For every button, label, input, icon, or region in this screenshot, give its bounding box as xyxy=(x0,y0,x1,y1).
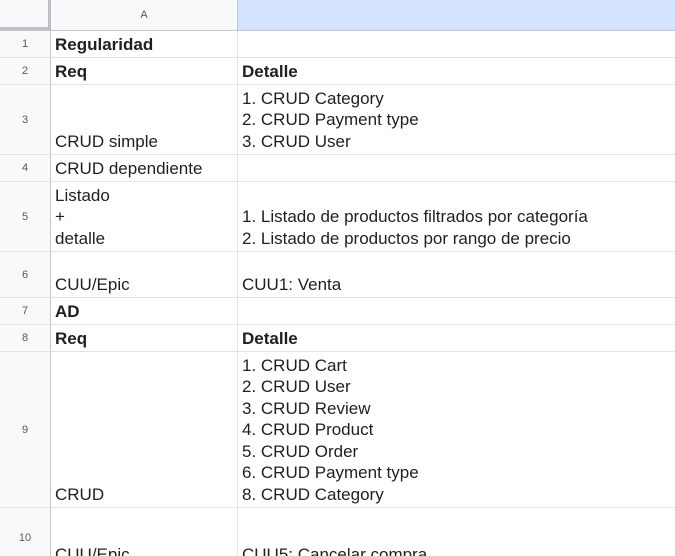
cell-text-line: + xyxy=(55,207,65,226)
sheet-row-1: 1 Regularidad xyxy=(0,31,675,58)
sheet-row-3: 3 CRUD simple 1. CRUD Category 2. CRUD Paym… xyxy=(0,85,675,155)
cell-text-line: Listado xyxy=(55,185,110,205)
cell-text-line: CRUD xyxy=(55,484,105,504)
cell-text-line: 1. CRUD Cart xyxy=(242,355,347,375)
cell-text-line: 3. CRUD Review xyxy=(242,398,371,418)
cell-B5[interactable]: 1. Listado de productos filtrados por ca… xyxy=(238,182,675,251)
cell-text-line: 6. CRUD Payment type xyxy=(242,463,419,482)
cell-text-line: CUU/Epic xyxy=(55,274,130,294)
cell-A4[interactable]: CRUD dependiente xyxy=(51,155,238,181)
cell-text-line: CRUD dependiente xyxy=(55,158,203,178)
cell-text-line: 5. CRUD Order xyxy=(242,441,359,461)
sheet-row-7: 7 AD xyxy=(0,298,675,325)
cell-A6[interactable]: CUU/Epic xyxy=(51,252,238,297)
sheet-row-5: 5 Listado + detalle 1. Listado de productos … xyxy=(0,182,675,252)
column-header-bar: A xyxy=(0,0,675,31)
cell-text-line: 2. CRUD Payment type xyxy=(242,110,419,129)
cell-text-line: Req xyxy=(55,328,88,348)
row-number[interactable]: 4 xyxy=(0,155,51,181)
cell-text-line: CRUD simple xyxy=(55,131,158,151)
cell-text-line: CUU5: Cancelar compra xyxy=(242,544,428,556)
cell-A10[interactable]: CUU/Epic xyxy=(51,508,238,556)
cell-B8[interactable]: Detalle xyxy=(238,325,675,351)
row-number[interactable]: 3 xyxy=(0,85,51,154)
cell-B4[interactable] xyxy=(238,155,675,181)
sheet-row-6: 6 CUU/Epic CUU1: Venta xyxy=(0,252,675,298)
cell-text-line: detalle xyxy=(55,228,106,248)
cell-text-line: Regularidad xyxy=(55,34,154,54)
cell-B7[interactable] xyxy=(238,298,675,324)
cell-text-line: 1. CRUD Category xyxy=(242,88,384,108)
cell-text-line: 1. Listado de productos filtrados por ca… xyxy=(242,207,588,226)
row-number[interactable]: 1 xyxy=(0,31,51,57)
sheet-row-4: 4 CRUD dependiente xyxy=(0,155,675,182)
cell-A3[interactable]: CRUD simple xyxy=(51,85,238,154)
cell-text-line: 3. CRUD User xyxy=(242,131,351,151)
cell-text-line: Detalle xyxy=(242,61,298,81)
sheet-row-8: 8 Req Detalle xyxy=(0,325,675,352)
select-all-corner[interactable] xyxy=(0,0,51,30)
row-number[interactable]: 8 xyxy=(0,325,51,351)
cell-A5[interactable]: Listado + detalle xyxy=(51,182,238,251)
cell-text-line: AD xyxy=(55,301,80,321)
cell-A7[interactable]: AD xyxy=(51,298,238,324)
row-number[interactable]: 2 xyxy=(0,58,51,84)
row-number[interactable]: 10 xyxy=(0,508,51,556)
row-number[interactable]: 9 xyxy=(0,352,51,507)
cell-B10[interactable]: CUU5: Cancelar compra xyxy=(238,508,675,556)
cell-text-line: CUU1: Venta xyxy=(242,274,342,294)
cell-A2[interactable]: Req xyxy=(51,58,238,84)
spreadsheet: A 1 Regularidad 2 Req Detalle 3 CRUD simple 1. … xyxy=(0,0,675,556)
cell-text-line: 2. CRUD User xyxy=(242,377,351,396)
cell-text-line: CUU/Epic xyxy=(55,544,130,556)
row-number[interactable]: 6 xyxy=(0,252,51,297)
column-header-b[interactable] xyxy=(238,0,675,30)
cell-text-line: Req xyxy=(55,61,88,81)
cell-text-line: 4. CRUD Product xyxy=(242,420,374,439)
cell-B3[interactable]: 1. CRUD Category 2. CRUD Payment type 3. C… xyxy=(238,85,675,154)
row-number[interactable]: 5 xyxy=(0,182,51,251)
cell-B9[interactable]: 1. CRUD Cart 2. CRUD User 3. CRUD Review 4.… xyxy=(238,352,675,507)
sheet-row-9: 9 CRUD 1. CRUD Cart 2. CRUD User 3. CRUD Rev… xyxy=(0,352,675,508)
cell-B1[interactable] xyxy=(238,31,675,57)
sheet-row-10: 10 CUU/Epic CUU5: Cancelar compra xyxy=(0,508,675,556)
cell-text-line: 2. Listado de productos por rango de pre… xyxy=(242,228,571,248)
cell-text-line: Detalle xyxy=(242,328,298,348)
cell-B6[interactable]: CUU1: Venta xyxy=(238,252,675,297)
cell-text-line: 8. CRUD Category xyxy=(242,484,384,504)
row-number[interactable]: 7 xyxy=(0,298,51,324)
cell-B2[interactable]: Detalle xyxy=(238,58,675,84)
cell-A8[interactable]: Req xyxy=(51,325,238,351)
sheet-row-2: 2 Req Detalle xyxy=(0,58,675,85)
column-header-a[interactable]: A xyxy=(51,0,238,30)
cell-A9[interactable]: CRUD xyxy=(51,352,238,507)
cell-A1[interactable]: Regularidad xyxy=(51,31,238,57)
